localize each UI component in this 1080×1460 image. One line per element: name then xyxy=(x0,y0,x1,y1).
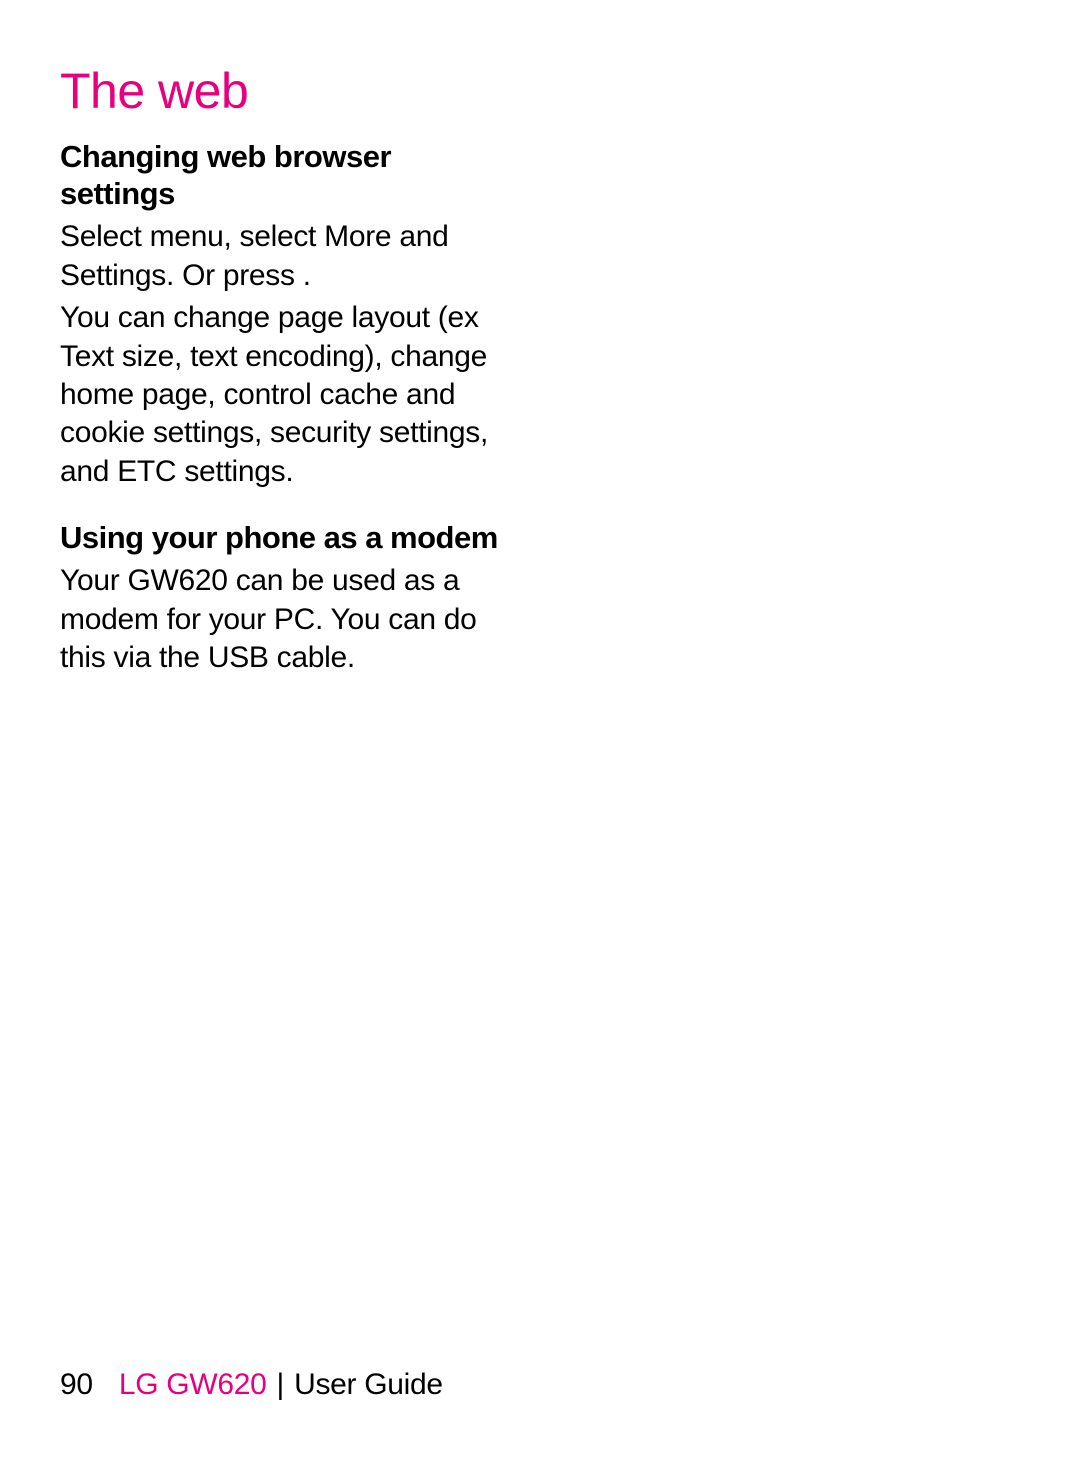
footer-separator: | xyxy=(269,1368,293,1401)
body-paragraph: You can change page layout (ex Text size… xyxy=(60,299,500,491)
section-heading-1: Changing web browser settings xyxy=(60,138,500,212)
footer-brand: LG GW620 xyxy=(119,1368,267,1401)
page-content: The web Changing web browser settings Se… xyxy=(0,0,560,677)
section-heading-2: Using your phone as a modem xyxy=(60,519,500,556)
body-paragraph: Select menu, select More and Settings. O… xyxy=(60,218,500,295)
footer-guide: User Guide xyxy=(294,1368,443,1401)
body-paragraph: Your GW620 can be used as a modem for yo… xyxy=(60,562,500,677)
page-title: The web xyxy=(60,62,500,120)
page-footer: 90 LG GW620 | User Guide xyxy=(60,1368,443,1402)
page-number: 90 xyxy=(60,1368,93,1401)
